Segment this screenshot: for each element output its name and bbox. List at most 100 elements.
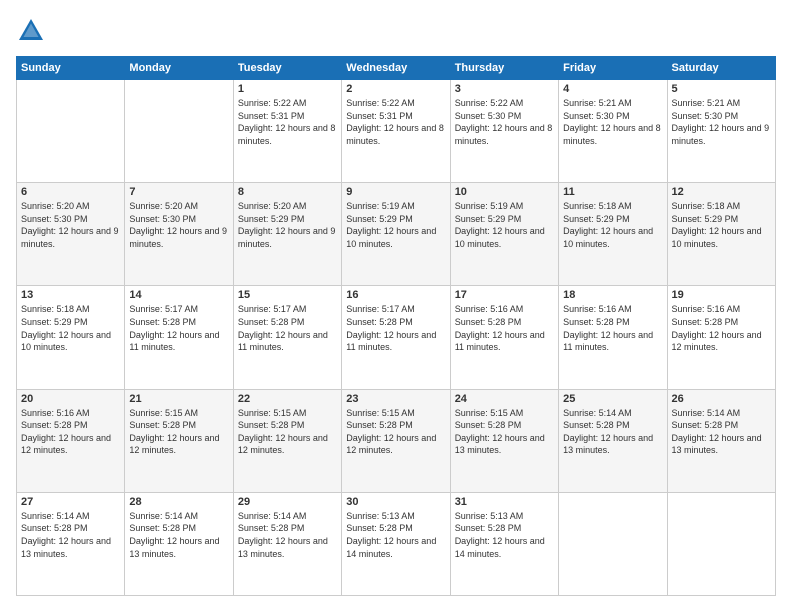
day-info: Sunrise: 5:19 AM Sunset: 5:29 PM Dayligh… [455, 200, 554, 250]
calendar-cell: 17 Sunrise: 5:16 AM Sunset: 5:28 PM Dayli… [450, 286, 558, 389]
day-info: Sunrise: 5:22 AM Sunset: 5:31 PM Dayligh… [238, 97, 337, 147]
weekday-header-sunday: Sunday [17, 57, 125, 80]
day-info: Sunrise: 5:14 AM Sunset: 5:28 PM Dayligh… [238, 510, 337, 560]
day-info: Sunrise: 5:17 AM Sunset: 5:28 PM Dayligh… [238, 303, 337, 353]
day-info: Sunrise: 5:13 AM Sunset: 5:28 PM Dayligh… [346, 510, 445, 560]
day-info: Sunrise: 5:20 AM Sunset: 5:30 PM Dayligh… [21, 200, 120, 250]
day-info: Sunrise: 5:22 AM Sunset: 5:31 PM Dayligh… [346, 97, 445, 147]
day-number: 15 [238, 289, 337, 301]
calendar-cell: 14Sunrise: 5:17 AM Sunset: 5:28 PM Dayli… [125, 286, 233, 389]
day-number: 25 [563, 393, 662, 405]
day-number: 31 [455, 496, 554, 508]
day-info: Sunrise: 5:15 AM Sunset: 5:28 PM Dayligh… [129, 407, 228, 457]
day-number: 2 [346, 83, 445, 95]
day-number: 16 [346, 289, 445, 301]
day-info: Sunrise: 5:16 AM Sunset: 5:28 PM Dayligh… [563, 303, 662, 353]
calendar-cell: 20 Sunrise: 5:16 AM Sunset: 5:28 PM Dayli… [17, 389, 125, 492]
calendar-cell [125, 80, 233, 183]
calendar-cell: 18Sunrise: 5:16 AM Sunset: 5:28 PM Dayli… [559, 286, 667, 389]
calendar-week-row: 6 Sunrise: 5:20 AM Sunset: 5:30 PM Daylig… [17, 183, 776, 286]
day-info: Sunrise: 5:16 AM Sunset: 5:28 PM Dayligh… [21, 407, 120, 457]
calendar-week-row: 13 Sunrise: 5:18 AM Sunset: 5:29 PM Dayli… [17, 286, 776, 389]
day-number: 6 [21, 186, 120, 198]
calendar-week-row: 20 Sunrise: 5:16 AM Sunset: 5:28 PM Dayli… [17, 389, 776, 492]
calendar-cell: 7 Sunrise: 5:20 AM Sunset: 5:30 PM Daylig… [125, 183, 233, 286]
day-number: 17 [455, 289, 554, 301]
weekday-header-row: SundayMondayTuesdayWednesdayThursdayFrid… [17, 57, 776, 80]
weekday-header-tuesday: Tuesday [233, 57, 341, 80]
day-number: 12 [672, 186, 771, 198]
day-info: Sunrise: 5:14 AM Sunset: 5:28 PM Dayligh… [563, 407, 662, 457]
calendar-cell: 29 Sunrise: 5:14 AM Sunset: 5:28 PM Dayli… [233, 492, 341, 595]
calendar-table: SundayMondayTuesdayWednesdayThursdayFrid… [16, 56, 776, 596]
day-number: 20 [21, 393, 120, 405]
day-number: 28 [129, 496, 228, 508]
day-number: 19 [672, 289, 771, 301]
calendar-cell: 28 Sunrise: 5:14 AM Sunset: 5:28 PM Dayli… [125, 492, 233, 595]
day-info: Sunrise: 5:21 AM Sunset: 5:30 PM Dayligh… [563, 97, 662, 147]
day-info: Sunrise: 5:20 AM Sunset: 5:30 PM Dayligh… [129, 200, 228, 250]
calendar-cell: 22Sunrise: 5:15 AM Sunset: 5:28 PM Dayli… [233, 389, 341, 492]
day-number: 4 [563, 83, 662, 95]
logo [16, 16, 50, 46]
day-info: Sunrise: 5:18 AM Sunset: 5:29 PM Dayligh… [21, 303, 120, 353]
day-number: 29 [238, 496, 337, 508]
calendar-week-row: 1 Sunrise: 5:22 AM Sunset: 5:31 PM Daylig… [17, 80, 776, 183]
day-info: Sunrise: 5:21 AM Sunset: 5:30 PM Dayligh… [672, 97, 771, 147]
calendar-cell: 13 Sunrise: 5:18 AM Sunset: 5:29 PM Dayli… [17, 286, 125, 389]
calendar-cell: 21 Sunrise: 5:15 AM Sunset: 5:28 PM Dayli… [125, 389, 233, 492]
weekday-header-wednesday: Wednesday [342, 57, 450, 80]
day-info: Sunrise: 5:18 AM Sunset: 5:29 PM Dayligh… [672, 200, 771, 250]
day-info: Sunrise: 5:15 AM Sunset: 5:28 PM Dayligh… [238, 407, 337, 457]
day-number: 14 [129, 289, 228, 301]
calendar-cell: 30 Sunrise: 5:13 AM Sunset: 5:28 PM Dayli… [342, 492, 450, 595]
calendar-cell [17, 80, 125, 183]
page-header [16, 16, 776, 46]
calendar-cell: 23 Sunrise: 5:15 AM Sunset: 5:28 PM Dayli… [342, 389, 450, 492]
calendar-cell: 12 Sunrise: 5:18 AM Sunset: 5:29 PM Dayli… [667, 183, 775, 286]
day-number: 11 [563, 186, 662, 198]
calendar-cell: 26Sunrise: 5:14 AM Sunset: 5:28 PM Dayli… [667, 389, 775, 492]
day-info: Sunrise: 5:13 AM Sunset: 5:28 PM Dayligh… [455, 510, 554, 560]
calendar-cell: 2 Sunrise: 5:22 AM Sunset: 5:31 PM Daylig… [342, 80, 450, 183]
day-number: 10 [455, 186, 554, 198]
day-number: 5 [672, 83, 771, 95]
day-number: 7 [129, 186, 228, 198]
calendar-cell: 9 Sunrise: 5:19 AM Sunset: 5:29 PM Daylig… [342, 183, 450, 286]
day-number: 30 [346, 496, 445, 508]
day-info: Sunrise: 5:16 AM Sunset: 5:28 PM Dayligh… [455, 303, 554, 353]
day-info: Sunrise: 5:20 AM Sunset: 5:29 PM Dayligh… [238, 200, 337, 250]
day-number: 24 [455, 393, 554, 405]
day-number: 3 [455, 83, 554, 95]
weekday-header-thursday: Thursday [450, 57, 558, 80]
weekday-header-monday: Monday [125, 57, 233, 80]
day-info: Sunrise: 5:14 AM Sunset: 5:28 PM Dayligh… [129, 510, 228, 560]
calendar-cell [559, 492, 667, 595]
calendar-cell: 27Sunrise: 5:14 AM Sunset: 5:28 PM Dayli… [17, 492, 125, 595]
day-number: 9 [346, 186, 445, 198]
calendar-cell: 10 Sunrise: 5:19 AM Sunset: 5:29 PM Dayli… [450, 183, 558, 286]
weekday-header-friday: Friday [559, 57, 667, 80]
day-number: 13 [21, 289, 120, 301]
calendar-cell: 3 Sunrise: 5:22 AM Sunset: 5:30 PM Daylig… [450, 80, 558, 183]
calendar-cell: 31 Sunrise: 5:13 AM Sunset: 5:28 PM Dayli… [450, 492, 558, 595]
day-info: Sunrise: 5:17 AM Sunset: 5:28 PM Dayligh… [346, 303, 445, 353]
calendar-cell: 24Sunrise: 5:15 AM Sunset: 5:28 PM Dayli… [450, 389, 558, 492]
calendar-week-row: 27Sunrise: 5:14 AM Sunset: 5:28 PM Dayli… [17, 492, 776, 595]
day-info: Sunrise: 5:22 AM Sunset: 5:30 PM Dayligh… [455, 97, 554, 147]
calendar-cell: 8Sunrise: 5:20 AM Sunset: 5:29 PM Daylig… [233, 183, 341, 286]
day-number: 21 [129, 393, 228, 405]
calendar-cell: 15 Sunrise: 5:17 AM Sunset: 5:28 PM Dayli… [233, 286, 341, 389]
calendar-cell: 6 Sunrise: 5:20 AM Sunset: 5:30 PM Daylig… [17, 183, 125, 286]
calendar-cell: 16 Sunrise: 5:17 AM Sunset: 5:28 PM Dayli… [342, 286, 450, 389]
day-number: 1 [238, 83, 337, 95]
calendar-cell: 5 Sunrise: 5:21 AM Sunset: 5:30 PM Daylig… [667, 80, 775, 183]
calendar-cell: 4 Sunrise: 5:21 AM Sunset: 5:30 PM Daylig… [559, 80, 667, 183]
day-info: Sunrise: 5:15 AM Sunset: 5:28 PM Dayligh… [346, 407, 445, 457]
day-number: 23 [346, 393, 445, 405]
calendar-cell: 11Sunrise: 5:18 AM Sunset: 5:29 PM Dayli… [559, 183, 667, 286]
day-info: Sunrise: 5:19 AM Sunset: 5:29 PM Dayligh… [346, 200, 445, 250]
logo-icon [16, 16, 46, 46]
calendar-cell: 19Sunrise: 5:16 AM Sunset: 5:28 PM Dayli… [667, 286, 775, 389]
calendar-cell: 1 Sunrise: 5:22 AM Sunset: 5:31 PM Daylig… [233, 80, 341, 183]
